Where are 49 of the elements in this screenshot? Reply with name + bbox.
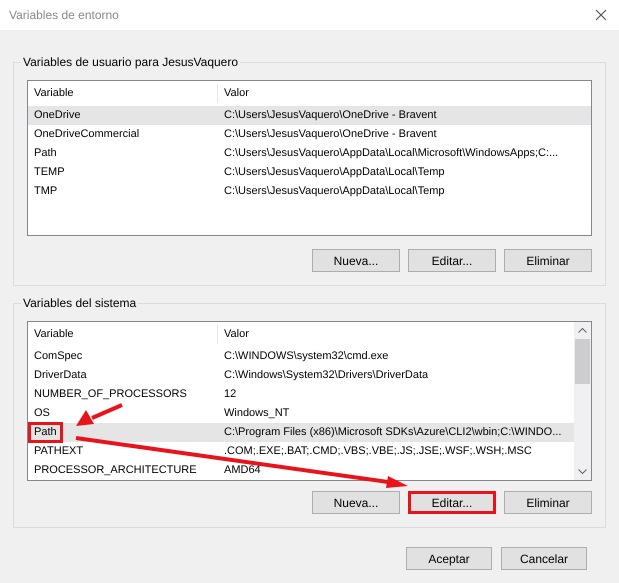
variable-list[interactable] [27,321,592,481]
scrollbar[interactable] [574,322,591,480]
variable-name: TMP [33,184,58,200]
variable-row[interactable]: OneDrive C:\Users\JesusVaquero\OneDrive - Bravent [28,106,591,125]
dialog-button[interactable]: Cancelar [501,547,587,570]
button[interactable]: Eliminar [504,491,592,514]
table-cell-text: C:\Users\JesusVaquero\AppData\Local\Microsoft\WindowsApps;C:... [223,146,558,162]
button[interactable]: Eliminar [504,249,592,272]
variable-row[interactable]: Path C:\Program Files (x86)\Microsoft SDKs\Azure\CLI2\wbin;C:\WINDO... [28,423,574,442]
scroll-thumb[interactable] [575,339,590,384]
column-header[interactable]: Variable [28,84,218,103]
table-cell-text: C:\WINDOWS\system32\cmd.exe [223,349,388,364]
variable-name: PATHEXT [33,444,84,460]
table-cell-text: .COM;.EXE;.BAT;.CMD;.VBS;.VBE;.JS;.JSE;.WSF;.WSH;.MSC [223,444,532,460]
group-title: Variables del sistema [22,295,138,312]
group-title: Variables de usuario para JesusVaquero [22,54,240,71]
table-cell-text: C:\Users\JesusVaquero\OneDrive - Bravent [223,127,437,142]
dialog-button[interactable]: Aceptar [406,547,492,570]
table-cell-text: C:\Users\JesusVaquero\OneDrive - Bravent [223,108,437,124]
button[interactable]: Editar... [408,249,496,272]
variable-name: PROCESSOR_ARCHITECTURE [33,463,198,478]
variable-name: TEMP [33,165,66,180]
table-cell-text: 12 [223,387,236,402]
button[interactable]: Nueva... [312,249,400,272]
table-cell-text: C:\Windows\System32\Drivers\DriverData [223,368,428,384]
table-cell-text: Windows_NT [223,406,290,422]
variable-name: DriverData [33,368,88,384]
variable-list[interactable] [27,80,592,236]
scroll-up-icon[interactable] [578,328,587,333]
column-header[interactable]: Valor [218,325,574,344]
table-cell-text: C:\Users\JesusVaquero\AppData\Local\Temp [223,165,445,180]
variable-name: OS [33,406,51,422]
annotation-arrow [76,403,123,426]
variable-name: OneDriveCommercial [33,127,140,142]
table-cell-text: AMD64 [223,463,261,478]
column-header[interactable]: Valor [218,84,591,103]
button[interactable]: Nueva... [312,491,400,514]
close-icon[interactable] [595,9,607,21]
table-cell-text: C:\Program Files (x86)\Microsoft SDKs\Azure\CLI2\wbin;C:\WINDO... [223,425,562,440]
window-title: Variables de entorno [9,7,119,24]
scroll-down-icon[interactable] [578,469,587,474]
button[interactable]: Editar... [408,491,496,514]
variable-name: ComSpec [33,349,84,364]
table-cell-text: C:\Users\JesusVaquero\AppData\Local\Temp [223,184,445,200]
variable-name: Path [31,425,60,440]
variable-name: OneDrive [33,108,82,124]
column-header[interactable]: Variable [28,325,218,344]
variable-name: Path [33,146,58,162]
variable-name: NUMBER_OF_PROCESSORS [33,387,188,402]
